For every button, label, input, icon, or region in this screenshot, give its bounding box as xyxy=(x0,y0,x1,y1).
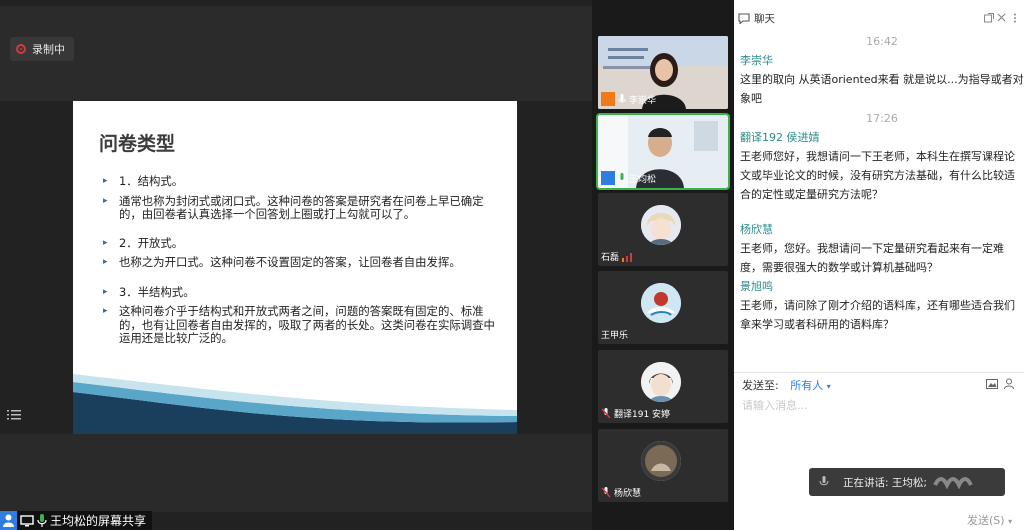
screen-share-icon xyxy=(20,514,34,526)
avatar xyxy=(641,205,681,245)
message-sender: 翻译192 侯进婧 xyxy=(740,131,820,144)
slide-bullet: 这种问卷介乎于结构式和开放式两者之间，问题的答案既有固定的、标准的，也有让回卷者… xyxy=(103,304,495,346)
participant-name: 杨欣慧 xyxy=(614,489,642,499)
send-to-row: 发送至: 所有人 ▾ xyxy=(742,377,831,393)
message-text: 王老师，您好。我想请问一下定量研究看起来有一定难度，需要很强大的数学或计算机基础… xyxy=(740,242,1004,274)
chat-title: 聊天 xyxy=(754,12,775,25)
participant-tile[interactable]: 杨欣慧 xyxy=(598,429,728,502)
send-to-value: 所有人 xyxy=(790,379,824,392)
send-to-dropdown[interactable]: 所有人 ▾ xyxy=(790,379,831,392)
participant-name: 翻译191 安婷 xyxy=(614,410,671,420)
send-button[interactable]: 发送(S) ▾ xyxy=(967,512,1012,528)
participant-name-tag: 翻译191 安婷 xyxy=(601,407,670,420)
image-icon[interactable] xyxy=(986,378,998,390)
chat-icon xyxy=(738,12,750,24)
send-to-label: 发送至: xyxy=(742,379,779,392)
chevron-down-icon: ▾ xyxy=(826,382,831,391)
participant-name-tag: 石磊 xyxy=(601,250,634,263)
user-settings-icon[interactable] xyxy=(1004,378,1016,390)
share-top-band xyxy=(0,6,592,101)
slide-title: 问卷类型 xyxy=(99,133,176,155)
participant-name: 王甲乐 xyxy=(601,331,629,341)
participant-name: 李崇华 xyxy=(629,95,657,106)
chat-header: 聊天 xyxy=(734,6,1024,30)
divider xyxy=(734,372,1024,373)
microphone-icon xyxy=(37,514,47,527)
send-button-label: 发送(S) xyxy=(967,514,1005,527)
message-input[interactable]: 请输入消息... xyxy=(742,397,808,413)
message-sender: 景旭鸣 xyxy=(740,280,773,293)
slide-decoration xyxy=(73,374,517,434)
person-icon xyxy=(0,511,17,530)
speaking-label: 正在讲话: 王均松; xyxy=(843,476,927,489)
microphone-muted-icon xyxy=(601,408,611,419)
slide-bullet: 2．开放式。 xyxy=(103,236,495,251)
share-bottom-band xyxy=(0,434,592,512)
message-sender: 杨欣慧 xyxy=(740,223,773,236)
message-timestamp: 16:42 xyxy=(866,35,898,48)
participant-name-tag: 王甲乐 xyxy=(601,328,628,341)
screen-share-area: 录制中 问卷类型 1．结构式。 通常也称为封闭式或闭口式。这种问卷的答案是研究者… xyxy=(0,0,592,530)
participant-name-tag: 杨欣慧 xyxy=(601,486,641,499)
signal-icon xyxy=(622,252,633,262)
avatar xyxy=(641,441,681,481)
participant-tile[interactable]: 石磊 xyxy=(598,193,728,266)
message-sender: 李崇华 xyxy=(740,54,773,67)
chevron-down-icon: ▾ xyxy=(1008,517,1013,526)
message-text: 这里的取向 从英语oriented来看 就是说以...为指导或者对象吧 xyxy=(740,73,1024,105)
chat-messages: 16:42 李崇华 这里的取向 从英语oriented来看 就是说以...为指导… xyxy=(740,30,1024,334)
speaking-wave-icon xyxy=(933,477,973,489)
participant-tile[interactable]: 王甲乐 xyxy=(598,271,728,344)
participant-name: 石磊 xyxy=(601,253,620,263)
microphone-icon xyxy=(819,476,829,486)
recording-indicator[interactable]: 录制中 xyxy=(10,37,74,61)
slide-bullet: 3．半结构式。 xyxy=(103,285,495,300)
participant-name: 王均松 xyxy=(629,174,657,185)
slide-body: 1．结构式。 通常也称为封闭式或闭口式。这种问卷的答案是研究者在问卷上早已确定的… xyxy=(103,174,495,346)
speaking-indicator: 正在讲话: 王均松; xyxy=(809,468,1005,496)
list-icon[interactable] xyxy=(7,408,21,422)
chat-panel: 聊天 16:42 李崇华 这里的取向 从英语oriented来看 就是说以...… xyxy=(734,0,1024,530)
person-icon xyxy=(601,171,615,185)
close-icon[interactable] xyxy=(997,13,1006,22)
message-text: 王老师，请问除了刚才介绍的语料库，还有哪些适合我们拿来学习或者科研用的语料库？ xyxy=(740,299,1015,331)
more-icon[interactable] xyxy=(1012,13,1018,23)
message-timestamp: 17:26 xyxy=(866,112,898,125)
slide-bullet: 通常也称为封闭式或闭口式。这种问卷的答案是研究者在问卷上早已确定的，由回卷者认真… xyxy=(103,194,495,222)
participant-video-column: 李崇华 王均松 石磊 王甲乐 翻译191 安婷 杨欣慧 xyxy=(592,0,734,530)
message-text: 王老师您好，我想请问一下王老师，本科生在撰写课程论文或毕业论文的时候，没有研究方… xyxy=(740,150,1015,201)
microphone-icon xyxy=(618,93,626,102)
slide-bullet: 也称之为开口式。这种问卷不设置固定的答案，让回卷者自由发挥。 xyxy=(103,255,495,270)
microphone-muted-icon xyxy=(601,487,611,498)
screen-share-label: 王均松的屏幕共享 xyxy=(0,511,153,530)
participant-name-tag: 王均松 xyxy=(601,171,656,185)
participant-tile[interactable]: 王均松 xyxy=(596,113,730,190)
slide-bullet: 1．结构式。 xyxy=(103,174,495,189)
microphone-icon xyxy=(618,172,626,181)
presentation-slide: 问卷类型 1．结构式。 通常也称为封闭式或闭口式。这种问卷的答案是研究者在问卷上… xyxy=(73,101,517,434)
participant-tile[interactable]: 李崇华 xyxy=(598,36,728,109)
recording-label: 录制中 xyxy=(32,43,65,56)
host-icon xyxy=(601,92,615,106)
avatar xyxy=(641,362,681,402)
record-icon xyxy=(16,44,26,54)
screen-share-name: 王均松的屏幕共享 xyxy=(50,514,147,528)
participant-tile[interactable]: 翻译191 安婷 xyxy=(598,350,728,423)
avatar xyxy=(641,283,681,323)
popout-icon[interactable] xyxy=(984,13,994,23)
participant-name-tag: 李崇华 xyxy=(601,92,656,106)
